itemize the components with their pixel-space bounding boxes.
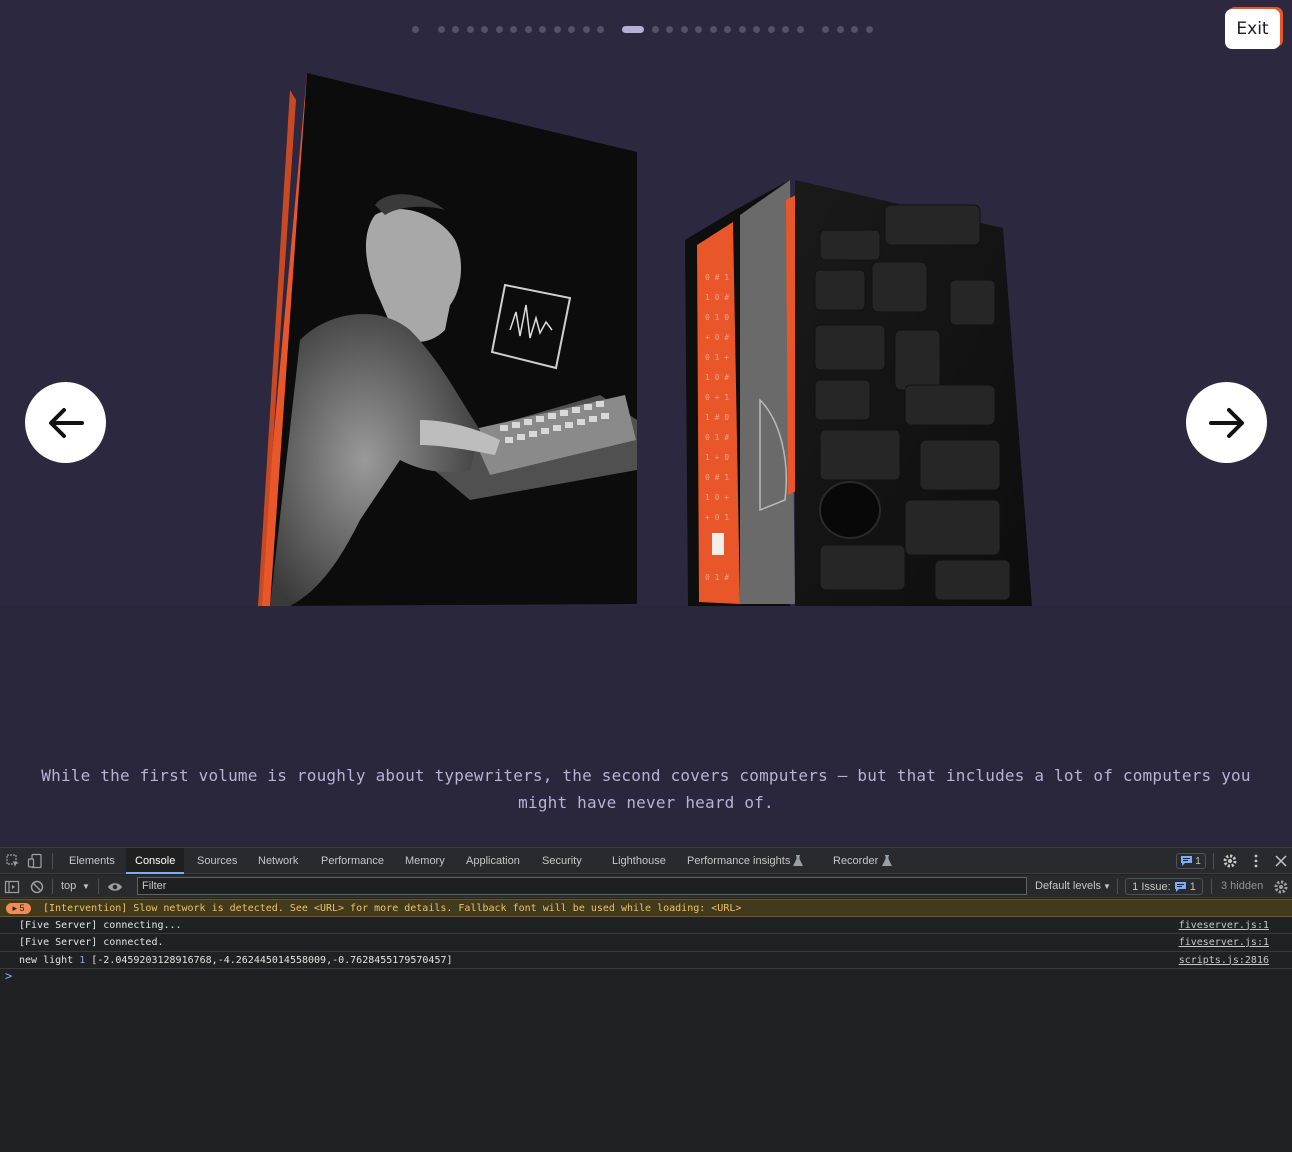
book-volumes-illustration: 0 # 1 1 0 # 0 1 0 + 0 # 0 1 + 1 0 # 0 + 1 1 #…	[258, 73, 1032, 606]
book-volume-one	[258, 73, 637, 606]
svg-text:1 0 +: 1 0 +	[705, 493, 729, 502]
console-warning-row[interactable]: ▸ 5 [Intervention] Slow network is detec…	[0, 899, 1292, 917]
log-message: [Five Server] connecting...	[19, 919, 182, 931]
issues-count: 1	[1189, 880, 1196, 893]
svg-text:1 0 #: 1 0 #	[705, 293, 729, 302]
slideshow-stage: Exit 0 # 1 1 0 # 0 1 0 + 0 # 0 1 + 1 0 #…	[0, 0, 1292, 847]
book-volume-two: 0 # 1 1 0 # 0 1 0 + 0 # 0 1 + 1 0 # 0 + 1 1 #…	[685, 180, 1032, 606]
tab-network[interactable]: Network	[258, 848, 298, 874]
tab-lighthouse[interactable]: Lighthouse	[612, 848, 666, 874]
log-source-link[interactable]: scripts.js:2816	[1179, 952, 1269, 969]
devtools-panel: Elements Console Sources Network Perform…	[0, 847, 1292, 1152]
chevron-down-icon: ▼	[1103, 882, 1111, 891]
svg-text:+ 0 1: + 0 1	[705, 513, 729, 522]
tab-application[interactable]: Application	[466, 848, 520, 874]
tab-performance-insights[interactable]: Performance insights	[687, 848, 790, 874]
svg-text:0 1 #: 0 1 #	[705, 433, 729, 442]
console-messages: ▸ 5 [Intervention] Slow network is detec…	[0, 899, 1292, 983]
svg-text:1 0 #: 1 0 #	[705, 373, 729, 382]
arrow-left-icon	[48, 407, 84, 438]
tab-elements[interactable]: Elements	[69, 848, 115, 874]
tab-security[interactable]: Security	[542, 848, 582, 874]
inspect-element-icon[interactable]	[5, 853, 21, 869]
issues-button[interactable]: 1 Issue: 1	[1125, 878, 1203, 895]
chevron-down-icon: ▼	[82, 882, 90, 891]
console-log-row: [Five Server] connected. fiveserver.js:1	[0, 934, 1292, 952]
console-settings-gear-icon[interactable]	[1273, 879, 1289, 895]
svg-text:0 # 1: 0 # 1	[705, 273, 729, 282]
svg-text:0 + 1: 0 + 1	[705, 393, 729, 402]
console-filter-input[interactable]	[137, 877, 1027, 895]
messages-count: 1	[1195, 855, 1201, 867]
svg-text:0 # 1: 0 # 1	[705, 473, 729, 482]
sidebar-toggle-icon[interactable]	[4, 879, 20, 895]
console-log-row: new light 1 [-2.0459203128916768,-4.2624…	[0, 952, 1292, 969]
log-message: new light 1 [-2.0459203128916768,-4.2624…	[19, 954, 453, 966]
message-icon	[1181, 856, 1193, 866]
messages-badge[interactable]: 1	[1176, 853, 1206, 869]
live-expression-eye-icon[interactable]	[107, 879, 123, 895]
tab-sources[interactable]: Sources	[197, 848, 237, 874]
svg-text:+ 0 #: + 0 #	[705, 333, 729, 342]
message-icon	[1174, 881, 1186, 892]
device-toolbar-icon[interactable]	[27, 853, 43, 869]
svg-text:0 1 +: 0 1 +	[705, 353, 729, 362]
clear-console-icon[interactable]	[29, 879, 45, 895]
hidden-messages-count: 3 hidden	[1221, 880, 1264, 892]
experiment-flask-icon	[882, 855, 892, 866]
devtools-tab-bar: Elements Console Sources Network Perform…	[0, 848, 1292, 874]
slide-caption: While the first volume is roughly about …	[41, 766, 1251, 812]
svg-text:1 # 0: 1 # 0	[705, 413, 729, 422]
console-toolbar: top ▼ Default levels ▼ 1 Issue: 1 3 hidd…	[0, 875, 1292, 898]
tab-console[interactable]: Console	[126, 848, 185, 874]
more-options-icon[interactable]	[1248, 853, 1264, 869]
warning-count-badge[interactable]: ▸ 5	[6, 903, 31, 914]
svg-text:1 + 0: 1 + 0	[705, 453, 729, 462]
log-message: [Five Server] connected.	[19, 937, 164, 948]
tab-memory[interactable]: Memory	[405, 848, 445, 874]
svg-text:0 1 0: 0 1 0	[705, 313, 729, 322]
log-source-link[interactable]: fiveserver.js:1	[1179, 917, 1269, 934]
next-slide-button[interactable]	[1186, 382, 1267, 463]
console-log-row: [Five Server] connecting... fiveserver.j…	[0, 917, 1292, 934]
experiment-flask-icon	[793, 855, 803, 866]
context-selector[interactable]: top	[61, 875, 76, 898]
log-source-link[interactable]: fiveserver.js:1	[1179, 934, 1269, 951]
arrow-right-icon	[1208, 407, 1244, 438]
tab-recorder[interactable]: Recorder	[833, 848, 878, 874]
svg-text:0 1 #: 0 1 #	[705, 573, 729, 582]
log-levels-dropdown[interactable]: Default levels	[1035, 875, 1101, 898]
tab-performance[interactable]: Performance	[321, 848, 384, 874]
console-prompt[interactable]: >	[5, 969, 12, 983]
previous-slide-button[interactable]	[25, 382, 106, 463]
warning-message: [Intervention] Slow network is detected.…	[43, 903, 742, 914]
issues-label: 1 Issue:	[1132, 880, 1171, 893]
settings-gear-icon[interactable]	[1222, 853, 1238, 869]
close-devtools-icon[interactable]	[1273, 853, 1289, 869]
